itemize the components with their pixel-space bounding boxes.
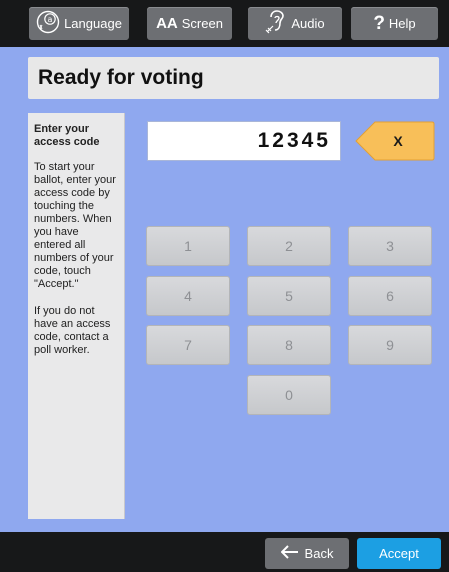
text-size-icon: AA [156, 15, 178, 32]
help-label: Help [388, 16, 416, 31]
keypad-4[interactable]: 4 [146, 276, 230, 316]
help-button[interactable]: ? Help [351, 7, 438, 40]
svg-text:a: a [48, 15, 53, 24]
language-label: Language [64, 16, 122, 31]
accept-button[interactable]: Accept [357, 538, 441, 569]
back-label: Back [304, 546, 334, 561]
bottom-bar: Back Accept [0, 532, 449, 572]
keypad-3[interactable]: 3 [348, 226, 432, 266]
help-icon: ? [373, 12, 385, 34]
title-bar: Ready for voting [28, 57, 439, 99]
keypad-2[interactable]: 2 [247, 226, 331, 266]
audio-label: Audio [291, 16, 325, 31]
keypad-7[interactable]: 7 [146, 325, 230, 365]
instructions-heading: Enter your access code [34, 123, 100, 148]
keypad-6[interactable]: 6 [348, 276, 432, 316]
language-button[interactable]: a Language [29, 7, 129, 40]
keypad-0[interactable]: 0 [247, 375, 331, 415]
screen-label: Screen [181, 16, 223, 31]
arrow-left-icon [280, 545, 299, 562]
keypad-5[interactable]: 5 [247, 276, 331, 316]
keypad-1[interactable]: 1 [146, 226, 230, 266]
main-area: Ready for voting Enter your access code … [0, 47, 449, 532]
no-code-text: If you do not have an access code, conta… [34, 305, 111, 356]
top-toolbar: a Language AA Screen Audio ? Help [0, 0, 449, 47]
instructions-panel: Enter your access code To start your bal… [28, 113, 125, 519]
accept-label: Accept [379, 546, 419, 561]
clear-label: X [393, 133, 403, 149]
keypad-8[interactable]: 8 [247, 325, 331, 365]
ear-icon [265, 10, 287, 37]
language-icon: a [36, 10, 60, 37]
page-title: Ready for voting [38, 66, 204, 89]
instructions-text: To start your ballot, enter your access … [34, 161, 116, 290]
back-button[interactable]: Back [265, 538, 349, 569]
access-code-field[interactable]: 12345 [147, 121, 341, 161]
screen-button[interactable]: AA Screen [147, 7, 232, 40]
clear-button[interactable]: X [355, 121, 435, 161]
audio-button[interactable]: Audio [248, 7, 342, 40]
keypad-9[interactable]: 9 [348, 325, 432, 365]
